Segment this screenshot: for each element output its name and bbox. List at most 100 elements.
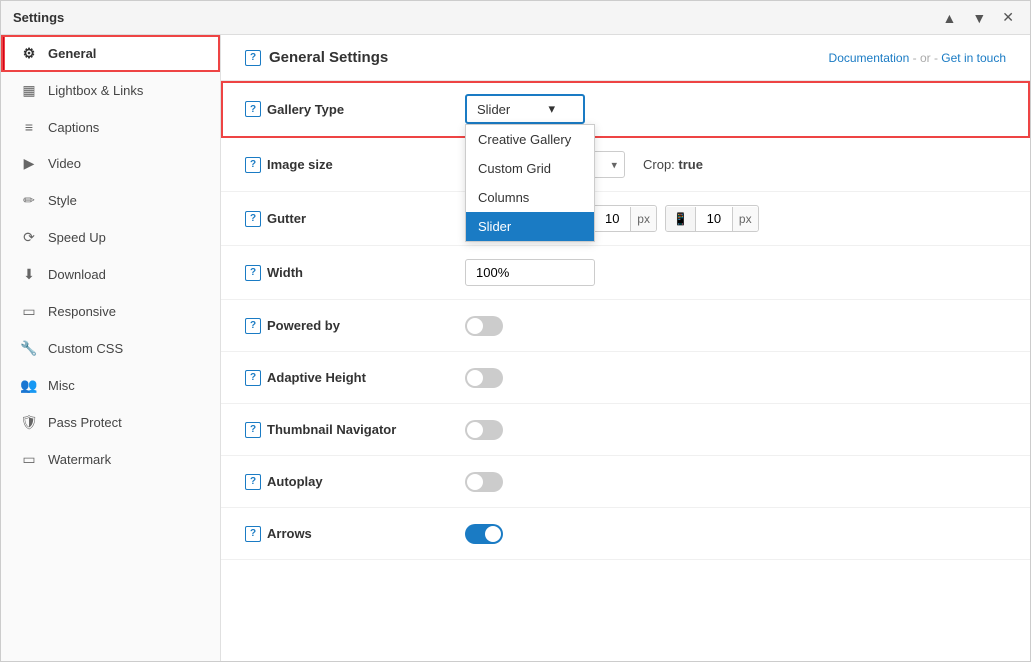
- dropdown-current-value: Slider: [477, 102, 510, 117]
- thumbnail-navigator-row: ? Thumbnail Navigator: [221, 404, 1030, 456]
- download-icon: ⬇: [20, 266, 38, 283]
- dropdown-option-columns[interactable]: Columns: [466, 183, 594, 212]
- sidebar-item-general[interactable]: ⚙ General: [1, 35, 220, 72]
- gear-icon: ⚙: [20, 45, 38, 62]
- sidebar-item-passprotect[interactable]: 🛡 Pass Protect: [1, 404, 220, 441]
- sidebar-label-video: Video: [48, 156, 81, 171]
- dropdown-option-creative[interactable]: Creative Gallery: [466, 125, 594, 154]
- sidebar-item-responsive[interactable]: ▭ Responsive: [1, 293, 220, 330]
- sidebar-item-customcss[interactable]: 🔧 Custom CSS: [1, 330, 220, 367]
- get-in-touch-link[interactable]: Get in touch: [941, 51, 1006, 65]
- dropdown-option-slider[interactable]: Slider: [466, 212, 594, 241]
- powered-by-label: ? Powered by: [245, 318, 465, 334]
- crop-value: true: [678, 157, 703, 172]
- general-settings-title: General Settings: [269, 49, 388, 66]
- thumbnail-navigator-toggle[interactable]: [465, 420, 503, 440]
- width-control: [465, 259, 595, 286]
- autoplay-label: ? Autoplay: [245, 474, 465, 490]
- mobile-icon: 📱: [666, 207, 696, 231]
- sidebar-item-video[interactable]: ▶ Video: [1, 145, 220, 182]
- content-header: ? General Settings Documentation - or - …: [221, 35, 1030, 81]
- image-size-help-icon[interactable]: ?: [245, 157, 261, 173]
- powered-by-help-icon[interactable]: ?: [245, 318, 261, 334]
- sidebar-item-style[interactable]: ✏ Style: [1, 182, 220, 219]
- width-label: ? Width: [245, 265, 465, 281]
- style-icon: ✏: [20, 192, 38, 209]
- settings-section: ? Gallery Type Slider ▾ Creative Gallery…: [221, 81, 1030, 560]
- width-label-text: Width: [267, 265, 303, 280]
- app-window: Settings ▲ ▼ ✕ ⚙ General ▦ Lightbox & Li…: [0, 0, 1031, 662]
- content-header-title: ? General Settings: [245, 49, 388, 66]
- arrows-row: ? Arrows: [221, 508, 1030, 560]
- autoplay-toggle[interactable]: [465, 472, 503, 492]
- thumbnail-navigator-label-text: Thumbnail Navigator: [267, 422, 396, 437]
- gutter-mobile-input[interactable]: [696, 206, 732, 231]
- sidebar-label-speedup: Speed Up: [48, 230, 106, 245]
- autoplay-help-icon[interactable]: ?: [245, 474, 261, 490]
- arrows-label: ? Arrows: [245, 526, 465, 542]
- gutter-row: ? Gutter 🖥 px ▭ px: [221, 192, 1030, 246]
- powered-by-control: [465, 316, 503, 336]
- title-bar-close-btn[interactable]: ✕: [998, 7, 1018, 28]
- width-help-icon[interactable]: ?: [245, 265, 261, 281]
- gallery-type-control: Slider ▾ Creative Gallery Custom Grid Co…: [465, 94, 585, 124]
- misc-icon: 👥: [20, 377, 38, 394]
- powered-by-toggle[interactable]: [465, 316, 503, 336]
- sidebar-label-captions: Captions: [48, 120, 99, 135]
- gutter-label: ? Gutter: [245, 211, 465, 227]
- gallery-type-help-icon[interactable]: ?: [245, 101, 261, 117]
- thumbnail-navigator-label: ? Thumbnail Navigator: [245, 422, 465, 438]
- gallery-type-dropdown[interactable]: Slider ▾ Creative Gallery Custom Grid Co…: [465, 94, 585, 124]
- thumbnail-navigator-control: [465, 420, 503, 440]
- image-size-label-text: Image size: [267, 157, 333, 172]
- arrows-toggle[interactable]: [465, 524, 503, 544]
- customcss-icon: 🔧: [20, 340, 38, 357]
- sidebar-label-general: General: [48, 46, 96, 61]
- sidebar-item-lightbox[interactable]: ▦ Lightbox & Links: [1, 72, 220, 109]
- sidebar-label-watermark: Watermark: [48, 452, 111, 467]
- gutter-mobile-unit: px: [732, 207, 758, 231]
- gutter-help-icon[interactable]: ?: [245, 211, 261, 227]
- gutter-tablet-input[interactable]: [594, 206, 630, 231]
- speedup-icon: ⟳: [20, 229, 38, 246]
- adaptive-height-label: ? Adaptive Height: [245, 370, 465, 386]
- image-size-row: ? Image size ▾ Crop: true: [221, 138, 1030, 192]
- powered-by-row: ? Powered by: [221, 300, 1030, 352]
- sidebar-item-speedup[interactable]: ⟳ Speed Up: [1, 219, 220, 256]
- sidebar-label-style: Style: [48, 193, 77, 208]
- sidebar-label-download: Download: [48, 267, 106, 282]
- width-row: ? Width: [221, 246, 1030, 300]
- thumbnail-navigator-help-icon[interactable]: ?: [245, 422, 261, 438]
- dropdown-option-custom[interactable]: Custom Grid: [466, 154, 594, 183]
- gutter-label-text: Gutter: [267, 211, 306, 226]
- passprotect-icon: 🛡: [20, 414, 38, 431]
- width-input[interactable]: [465, 259, 595, 286]
- adaptive-height-row: ? Adaptive Height: [221, 352, 1030, 404]
- arrows-help-icon[interactable]: ?: [245, 526, 261, 542]
- sidebar-item-captions[interactable]: ≡ Captions: [1, 109, 220, 145]
- autoplay-label-text: Autoplay: [267, 474, 323, 489]
- gutter-tablet-unit: px: [630, 207, 656, 231]
- documentation-link[interactable]: Documentation: [829, 51, 910, 65]
- captions-icon: ≡: [20, 119, 38, 135]
- sidebar-item-misc[interactable]: 👥 Misc: [1, 367, 220, 404]
- sidebar-item-download[interactable]: ⬇ Download: [1, 256, 220, 293]
- adaptive-height-control: [465, 368, 503, 388]
- autoplay-control: [465, 472, 503, 492]
- dropdown-display[interactable]: Slider ▾: [465, 94, 585, 124]
- title-bar-down-btn[interactable]: ▼: [968, 7, 990, 28]
- sidebar-item-watermark[interactable]: ▭ Watermark: [1, 441, 220, 478]
- or-separator: - or -: [913, 51, 942, 65]
- crop-label: Crop: true: [643, 157, 703, 172]
- title-bar: Settings ▲ ▼ ✕: [1, 1, 1030, 35]
- title-bar-title: Settings: [13, 10, 64, 25]
- gallery-type-row: ? Gallery Type Slider ▾ Creative Gallery…: [221, 81, 1030, 138]
- adaptive-height-toggle[interactable]: [465, 368, 503, 388]
- title-bar-controls: ▲ ▼ ✕: [939, 7, 1018, 28]
- responsive-icon: ▭: [20, 303, 38, 320]
- adaptive-height-help-icon[interactable]: ?: [245, 370, 261, 386]
- header-help-icon[interactable]: ?: [245, 50, 261, 66]
- video-icon: ▶: [20, 155, 38, 172]
- watermark-icon: ▭: [20, 451, 38, 468]
- title-bar-up-btn[interactable]: ▲: [939, 7, 961, 28]
